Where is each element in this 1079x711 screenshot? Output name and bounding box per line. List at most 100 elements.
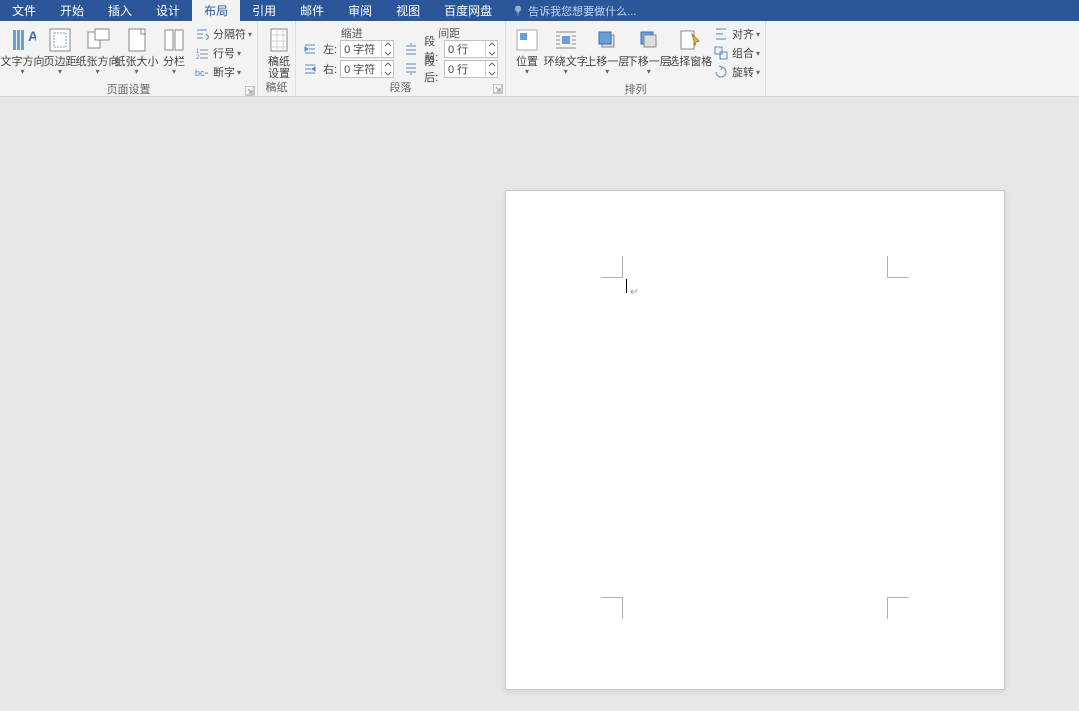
hyphenation-button[interactable]: bc 断字▾ [194,63,252,81]
indent-left-label: 左: [323,41,337,57]
indent-right-spinner[interactable] [340,60,394,78]
spinner-down-icon[interactable] [486,49,497,58]
tab-design[interactable]: 设计 [144,0,192,21]
chevron-down-icon: ▾ [58,68,62,76]
spinner-up-icon[interactable] [382,61,393,70]
group-objects-button[interactable]: 组合▾ [713,44,760,62]
ribbon-tabs: 文件 开始 插入 设计 布局 引用 邮件 审阅 视图 百度网盘 告诉我您想要做什… [0,0,1079,21]
ribbon: A 文字方向 ▾ 页边距 ▾ 纸张方向 ▾ [0,21,1079,97]
crop-mark-top-right [887,256,909,278]
margins-icon [44,25,76,55]
spacing-before-icon [404,42,418,56]
spinner-up-icon[interactable] [486,61,497,70]
tab-layout[interactable]: 布局 [192,0,240,21]
spinner-down-icon[interactable] [382,69,393,78]
tab-review[interactable]: 审阅 [336,0,384,21]
tab-home[interactable]: 开始 [48,0,96,21]
tab-insert[interactable]: 插入 [96,0,144,21]
selection-pane-button[interactable]: 选择窗格 [670,23,712,68]
spinner-up-icon[interactable] [486,41,497,50]
group-arrange: 位置 ▾ 环绕文字 ▾ 上移一层 ▾ 下移一层 ▾ 选择窗格 [506,21,766,96]
spinner-down-icon[interactable] [382,49,393,58]
breaks-button[interactable]: 分隔符▾ [194,25,252,43]
document-canvas[interactable]: ↵ [0,97,1079,711]
chevron-down-icon: ▾ [756,30,760,39]
bring-forward-icon [591,25,623,55]
line-numbers-button[interactable]: 12 行号▾ [194,44,252,62]
crop-mark-top-left [601,256,623,278]
spacing-before-input[interactable] [445,43,485,55]
line-numbers-icon: 12 [194,45,210,61]
send-backward-icon [633,25,665,55]
chevron-down-icon: ▾ [647,68,651,76]
chevron-down-icon: ▾ [20,68,24,76]
spacing-header: 间距 [438,25,460,39]
paper-size-icon [121,25,153,55]
columns-button[interactable]: 分栏 ▾ [156,23,192,76]
bring-forward-button[interactable]: 上移一层 ▾ [587,23,629,76]
chevron-down-icon: ▾ [525,68,529,76]
group-manuscript: 稿纸 设置 稿纸 [258,21,296,96]
send-backward-button[interactable]: 下移一层 ▾ [628,23,670,76]
orientation-button[interactable]: 纸张方向 ▾ [78,23,117,76]
tab-references[interactable]: 引用 [240,0,288,21]
lightbulb-icon [512,5,524,17]
manuscript-settings-button[interactable]: 稿纸 设置 [261,23,297,80]
orientation-icon [82,25,114,55]
group-paragraph: 缩进 间距 左: 段前: [296,21,506,96]
text-cursor: ↵ [626,279,627,293]
spacing-after-icon [404,62,418,76]
spinner-up-icon[interactable] [382,41,393,50]
tab-baidu-netdisk[interactable]: 百度网盘 [432,0,504,21]
spinner-down-icon[interactable] [486,69,497,78]
wrap-text-button[interactable]: 环绕文字 ▾ [545,23,587,76]
paper-size-button[interactable]: 纸张大小 ▾ [117,23,156,76]
chevron-down-icon: ▾ [237,68,241,77]
text-direction-button[interactable]: A 文字方向 ▾ [3,23,42,76]
indent-left-spinner[interactable] [340,40,394,58]
spacing-after-spinner[interactable] [444,60,498,78]
position-icon [511,25,543,55]
paragraph-label: 段落 [390,82,412,94]
manuscript-label: 稿纸 [266,82,288,94]
indent-left-input[interactable] [341,43,381,55]
selection-pane-icon [674,25,706,55]
crop-mark-bottom-right [887,597,909,619]
document-page[interactable]: ↵ [505,190,1005,690]
breaks-icon [194,26,210,42]
paragraph-mark-icon: ↵ [630,287,638,298]
indent-right-label: 右: [323,61,337,77]
spacing-after-input[interactable] [445,63,485,75]
page-setup-label: 页面设置 [107,84,151,96]
chevron-down-icon: ▾ [134,68,138,76]
chevron-down-icon: ▾ [756,68,760,77]
tell-me-search[interactable]: 告诉我您想要做什么... [504,0,644,21]
margins-button[interactable]: 页边距 ▾ [42,23,78,76]
chevron-down-icon: ▾ [605,68,609,76]
chevron-down-icon: ▾ [756,49,760,58]
manuscript-icon [263,25,295,55]
indent-right-input[interactable] [341,63,381,75]
arrange-label: 排列 [625,84,647,96]
position-button[interactable]: 位置 ▾ [509,23,545,76]
chevron-down-icon: ▾ [237,49,241,58]
indent-left-icon [303,42,317,56]
rotate-icon [713,64,729,80]
tab-view[interactable]: 视图 [384,0,432,21]
svg-text:2: 2 [196,55,200,60]
chevron-down-icon: ▾ [248,30,252,39]
spacing-before-spinner[interactable] [444,40,498,58]
indent-header: 缩进 [341,25,363,39]
paragraph-dialog-launcher[interactable] [493,84,503,94]
tab-mailings[interactable]: 邮件 [288,0,336,21]
hyphenation-icon: bc [194,64,210,80]
align-button[interactable]: 对齐▾ [713,25,760,43]
chevron-down-icon: ▾ [95,68,99,76]
group-icon [713,45,729,61]
tab-file[interactable]: 文件 [0,0,48,21]
page-setup-dialog-launcher[interactable] [245,86,255,96]
rotate-button[interactable]: 旋转▾ [713,63,760,81]
svg-text:A: A [28,28,36,44]
text-direction-icon: A [7,25,39,55]
align-icon [713,26,729,42]
